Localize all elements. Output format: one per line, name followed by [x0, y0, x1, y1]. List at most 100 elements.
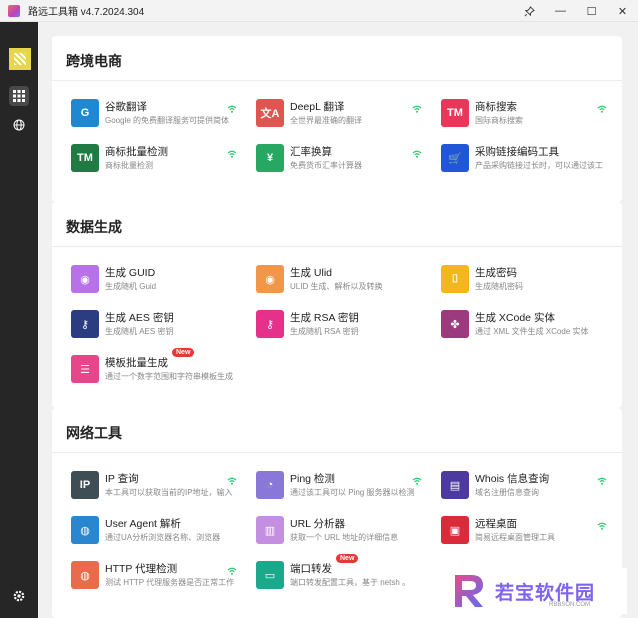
- tool-desc: 通过 XML 文件生成 XCode 实体: [475, 327, 589, 336]
- minimize-button[interactable]: —: [545, 0, 576, 22]
- close-button[interactable]: ✕: [607, 0, 638, 22]
- watermark-text: 若宝软件园: [495, 582, 596, 604]
- key-plus-icon: ⚷: [256, 310, 284, 338]
- password-icon: ⌷: [441, 265, 469, 293]
- online-indicator: [412, 472, 422, 490]
- globe-icon: ◉: [71, 265, 99, 293]
- tool-item[interactable]: G 谷歌翻译 Google 的免费翻译服务可提供简体: [66, 96, 241, 132]
- title-bar: 路远工具箱 v4.7.2024.304 — ☐ ✕: [0, 0, 638, 22]
- tool-item[interactable]: TM 商标搜索 国际商标搜索: [436, 96, 611, 132]
- tool-item[interactable]: ▤ Whois 信息查询 域名注册信息查询: [436, 468, 611, 504]
- tool-name: IP 查询: [105, 473, 139, 485]
- tool-item[interactable]: ▥ URL 分析器 获取一个 URL 地址的详细信息: [251, 513, 426, 549]
- online-indicator: [597, 100, 607, 118]
- trademark-icon: TM: [71, 144, 99, 172]
- tool-desc: 免费货币汇率计算器: [290, 161, 362, 170]
- globe-icon: ◍: [71, 516, 99, 544]
- tool-desc: 生成随机 RSA 密钥: [290, 327, 359, 336]
- sidebar-item-tools[interactable]: [9, 86, 29, 106]
- yuan-icon: ¥: [256, 144, 284, 172]
- tool-name: User Agent 解析: [105, 518, 181, 530]
- tool-item[interactable]: ¥ 汇率换算免费货币汇率计算器: [251, 141, 426, 177]
- tool-item[interactable]: ⚷ 生成 AES 密钥 生成随机 AES 密钥: [66, 307, 241, 343]
- section-data-gen: 数据生成 ◉ 生成 GUID 生成随机 Guid ◉ 生成 Ulid ULID 生成、解析…: [52, 202, 622, 408]
- tool-desc: Google 的免费翻译服务可提供简体: [105, 116, 230, 125]
- tool-name: 远程桌面: [475, 518, 517, 530]
- grid-icon: [13, 90, 25, 102]
- tool-desc: 测试 HTTP 代理服务器是否正常工作: [105, 578, 235, 587]
- google-translate-icon: G: [71, 99, 99, 127]
- avatar[interactable]: [9, 48, 31, 70]
- tool-name: 生成 Ulid: [290, 267, 333, 279]
- tool-name: 端口转发: [290, 563, 332, 575]
- tool-desc: 全世界最准确的翻译: [290, 116, 362, 125]
- tool-name: 汇率换算: [290, 146, 332, 158]
- sidebar: [0, 22, 38, 618]
- watermark: 若宝软件园 RBBSON.COM: [437, 568, 627, 614]
- tool-item[interactable]: ◍ User Agent 解析通过UA分析浏览器名称、浏览器: [66, 513, 241, 549]
- tool-desc: 通过UA分析浏览器名称、浏览器: [105, 533, 221, 542]
- online-indicator: [227, 100, 237, 118]
- section-title: 数据生成: [66, 219, 122, 235]
- template-icon: ☰: [71, 355, 99, 383]
- app-logo-icon: [8, 4, 20, 17]
- sidebar-item-settings[interactable]: [9, 586, 29, 606]
- tool-item[interactable]: TM 商标批量检测 商标批量检测: [66, 141, 241, 177]
- tool-item[interactable]: IP IP 查询 本工具可以获取当前的IP地址，输入: [66, 468, 241, 504]
- wifi-icon: [412, 150, 422, 158]
- tool-item[interactable]: ⚷ 生成 RSA 密钥 生成随机 RSA 密钥: [251, 307, 426, 343]
- wifi-icon: [227, 477, 237, 485]
- new-badge: New: [172, 348, 195, 357]
- tool-desc: 简易远程桌面管理工具: [475, 533, 555, 542]
- pin-button[interactable]: [514, 0, 545, 22]
- globe-icon: [13, 119, 25, 131]
- tool-name: 生成密码: [475, 267, 517, 279]
- tool-name: 生成 GUID: [105, 267, 156, 279]
- maximize-button[interactable]: ☐: [576, 0, 607, 22]
- tool-desc: 生成随机 AES 密钥: [105, 327, 174, 336]
- sidebar-item-web[interactable]: [9, 115, 29, 135]
- tool-desc: 通过该工具可以 Ping 服务器以检测: [290, 488, 415, 497]
- globe-icon: ◉: [256, 265, 284, 293]
- watermark-logo-icon: [455, 575, 483, 607]
- tool-item[interactable]: ◉ 生成 GUID 生成随机 Guid: [66, 262, 241, 298]
- tool-item[interactable]: 🛒 采购链接编码工具 产品采购链接过长时，可以通过该工: [436, 141, 611, 177]
- wifi-icon: [412, 105, 422, 113]
- tool-name: Whois 信息查询: [475, 473, 550, 485]
- tool-item[interactable]: ▭ 端口转发 端口转发配置工具，基于 netsh 。 New: [251, 554, 426, 594]
- wifi-icon: [227, 150, 237, 158]
- wifi-icon: [227, 105, 237, 113]
- tool-item[interactable]: ☰ 模板批量生成通过一个数字范围和字符串模板生成 New: [66, 348, 241, 388]
- tool-name: DeepL 翻译: [290, 101, 345, 113]
- tool-item[interactable]: 文A DeepL 翻译全世界最准确的翻译: [251, 96, 426, 132]
- translate-icon: 文A: [256, 99, 284, 127]
- tool-name: 模板批量生成: [105, 357, 168, 369]
- tool-name: 商标搜索: [475, 101, 517, 113]
- tool-name: HTTP 代理检测: [105, 563, 178, 575]
- tool-desc: 域名注册信息查询: [475, 488, 539, 497]
- online-indicator: [412, 100, 422, 118]
- tool-desc: 国际商标搜索: [475, 116, 523, 125]
- remote-desktop-icon: ▣: [441, 516, 469, 544]
- online-indicator: [227, 562, 237, 580]
- tool-name: Ping 检测: [290, 473, 335, 485]
- online-indicator: [227, 145, 237, 163]
- tool-desc: 通过一个数字范围和字符串模板生成: [105, 372, 233, 381]
- section-title: 网络工具: [66, 425, 122, 441]
- tool-name: 谷歌翻译: [105, 101, 147, 113]
- clover-icon: ✤: [441, 310, 469, 338]
- main-content: 跨境电商 G 谷歌翻译 Google 的免费翻译服务可提供简体 文A DeepL 翻译全…: [38, 22, 638, 618]
- tool-desc: ULID 生成、解析以及转换: [290, 282, 383, 291]
- port-icon: ▭: [256, 561, 284, 589]
- tool-item[interactable]: ◍ HTTP 代理检测 测试 HTTP 代理服务器是否正常工作: [66, 558, 241, 594]
- wifi-icon: [597, 522, 607, 530]
- new-badge: New: [336, 554, 359, 563]
- window-title: 路远工具箱 v4.7.2024.304: [28, 7, 145, 18]
- tool-item[interactable]: ◉ 生成 Ulid ULID 生成、解析以及转换: [251, 262, 426, 298]
- tool-desc: 商标批量检测: [105, 161, 153, 170]
- tool-item[interactable]: ✤ 生成 XCode 实体 通过 XML 文件生成 XCode 实体: [436, 307, 611, 343]
- tool-item[interactable]: ▣ 远程桌面简易远程桌面管理工具: [436, 513, 611, 549]
- divider: [52, 246, 622, 247]
- tool-item[interactable]: ⌷ 生成密码 生成随机密码: [436, 262, 611, 298]
- tool-item[interactable]: ◔ Ping 检测 通过该工具可以 Ping 服务器以检测: [251, 468, 426, 504]
